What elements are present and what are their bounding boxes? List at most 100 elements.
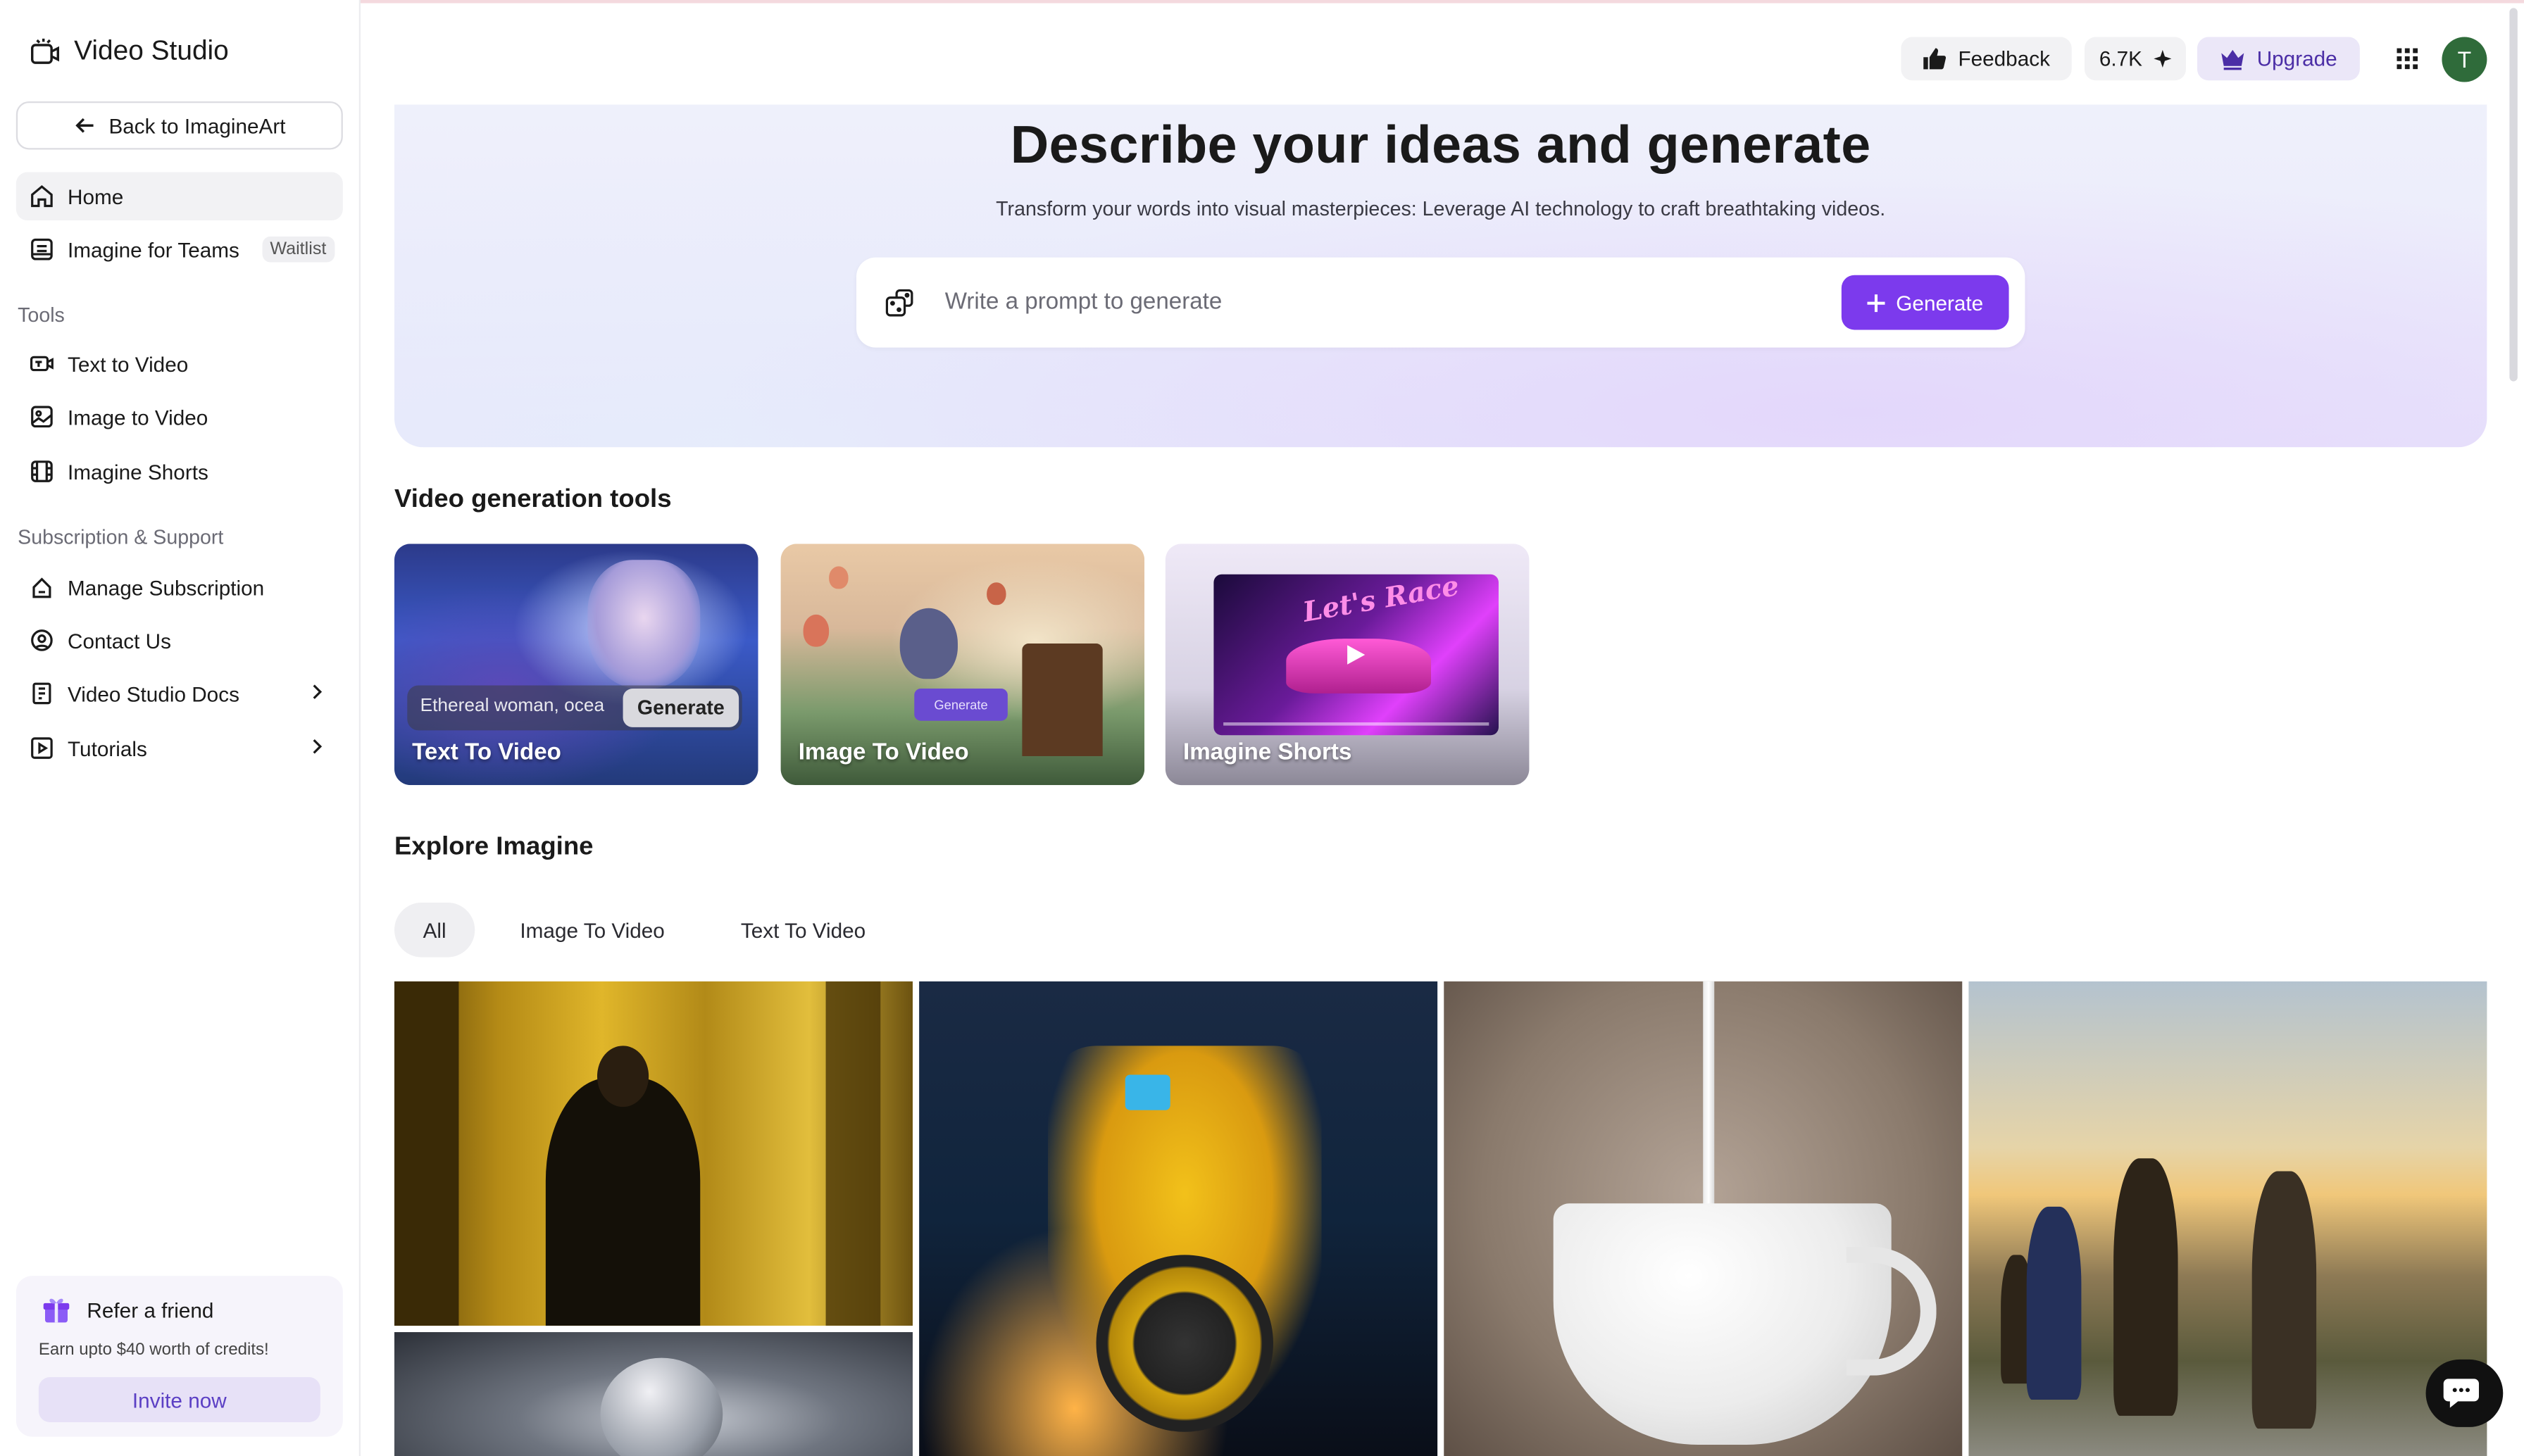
top-accent-line (0, 0, 2524, 4)
filter-text-to-video[interactable]: Text To Video (718, 903, 888, 958)
gallery-image-detail (1703, 981, 1715, 1223)
play-square-icon (31, 737, 53, 759)
chevron-right-icon (313, 739, 323, 754)
tool-card-label: Imagine Shorts (1182, 740, 1352, 766)
thumbs-up-icon (1924, 48, 1947, 70)
back-to-imagineart-button[interactable]: Back to ImagineArt (15, 101, 343, 150)
explore-section-title: Explore Imagine (394, 833, 594, 861)
sidebar-item-image-to-video[interactable]: Image to Video (16, 393, 343, 441)
avatar[interactable]: T (2442, 37, 2487, 82)
upgrade-label: Upgrade (2256, 46, 2337, 71)
feedback-button[interactable]: Feedback (1901, 37, 2072, 81)
support-section-label: Subscription & Support (18, 526, 224, 549)
app-title: Video Studio (74, 35, 229, 66)
gallery-item-helmet-rider[interactable] (394, 1332, 913, 1456)
page-title: Describe your ideas and generate (1010, 114, 1871, 174)
sidebar-item-label: Contact Us (67, 628, 171, 653)
gallery-image-detail (2026, 1206, 2082, 1400)
ethereal-woman-image (587, 560, 701, 689)
gift-icon (43, 1298, 70, 1323)
sidebar-item-label: Image to Video (67, 404, 208, 429)
feedback-label: Feedback (1958, 46, 2050, 71)
video-progress-bar (1223, 722, 1489, 726)
tool-card-imagine-shorts[interactable]: Let's Race Imagine Shorts (1165, 544, 1530, 786)
generate-button[interactable]: Generate (1841, 275, 2009, 330)
gallery-item-runners[interactable] (1968, 981, 2487, 1456)
sidebar-item-tutorials[interactable]: Tutorials (16, 724, 343, 772)
pagoda-building (1022, 644, 1103, 756)
invite-now-button[interactable]: Invite now (38, 1377, 320, 1423)
gallery-image-detail (1553, 1203, 1892, 1445)
upgrade-button[interactable]: Upgrade (2197, 37, 2360, 81)
chevron-right-icon (313, 684, 323, 699)
sidebar: Video Studio Back to ImagineArt Home Ima… (0, 0, 361, 1456)
play-icon (1347, 645, 1366, 665)
text-to-video-icon (30, 356, 54, 372)
sidebar-item-text-to-video[interactable]: Text to Video (16, 339, 343, 388)
gallery-image-detail (2113, 1158, 2178, 1416)
sidebar-item-video-studio-docs[interactable]: Video Studio Docs (16, 670, 343, 718)
tool-card-image-to-video[interactable]: Generate Image To Video (780, 544, 1145, 786)
hot-air-balloon (987, 582, 1006, 605)
gallery-image-detail (600, 1357, 723, 1456)
card-prompt-text: Ethereal woman, ocea (420, 696, 605, 716)
tools-section-label: Tools (18, 303, 65, 327)
sidebar-item-label: Video Studio Docs (67, 681, 239, 706)
sidebar-item-label: Imagine Shorts (67, 459, 208, 484)
arrow-left-icon (75, 118, 93, 133)
dice-icon[interactable] (884, 287, 916, 319)
credits-value: 6.7K (2099, 46, 2142, 71)
image-to-video-icon (31, 406, 53, 428)
brand[interactable]: Video Studio (29, 35, 229, 68)
docs-icon (32, 682, 51, 705)
gallery-image-detail (1846, 1246, 1937, 1376)
gallery-image-detail (545, 1078, 701, 1326)
card-prompt-preview: Ethereal woman, ocea Generate (407, 685, 742, 731)
tool-card-label: Text To Video (412, 740, 561, 766)
refer-title: Refer a friend (87, 1298, 214, 1323)
apps-grid-icon[interactable] (2397, 48, 2418, 70)
sidebar-item-manage-subscription[interactable]: Manage Subscription (16, 563, 343, 612)
sidebar-item-contact-us[interactable]: Contact Us (16, 616, 343, 665)
credits-button[interactable]: 6.7K (2084, 37, 2186, 81)
teams-icon (31, 238, 53, 261)
video-studio-logo-icon (30, 38, 59, 64)
gallery-image-detail (2251, 1171, 2317, 1429)
sidebar-item-label: Manage Subscription (67, 575, 265, 600)
film-icon (31, 460, 53, 482)
contact-icon (31, 629, 53, 651)
tool-card-text-to-video[interactable]: Ethereal woman, ocea Generate Text To Vi… (394, 544, 758, 786)
sidebar-item-home[interactable]: Home (15, 172, 343, 221)
sidebar-item-imagine-for-teams[interactable]: Imagine for Teams Waitlist (16, 225, 343, 274)
hero-subtitle: Transform your words into visual masterp… (996, 198, 1886, 221)
gallery-image-detail (596, 1046, 649, 1107)
home-icon (31, 184, 53, 208)
filter-image-to-video[interactable]: Image To Video (499, 903, 686, 958)
gallery-item-yellow-robot[interactable] (919, 981, 1438, 1456)
chat-support-button[interactable] (2425, 1359, 2504, 1427)
sidebar-item-imagine-shorts[interactable]: Imagine Shorts (16, 447, 343, 496)
gallery-image-detail (394, 981, 459, 1326)
filter-all[interactable]: All (394, 902, 475, 958)
prompt-input[interactable] (944, 280, 1814, 325)
hot-air-balloon (803, 614, 830, 647)
subscription-icon (32, 577, 51, 598)
prompt-box: Generate (856, 257, 2025, 348)
tools-section-title: Video generation tools (394, 486, 672, 513)
back-label: Back to ImagineArt (108, 113, 286, 138)
plus-icon (1867, 294, 1885, 312)
hero-banner: Describe your ideas and generate Transfo… (394, 104, 2487, 448)
gallery-item-man-in-golden-hall[interactable] (394, 981, 913, 1326)
refer-a-friend-card: Refer a friend Earn upto $40 worth of cr… (15, 1276, 343, 1437)
gallery-image-detail (1125, 1074, 1170, 1110)
tool-card-label: Image To Video (798, 740, 969, 766)
hot-air-balloon (899, 608, 958, 679)
scrollbar-thumb[interactable] (2509, 8, 2518, 382)
lets-race-text: Let's Race (1300, 574, 1462, 630)
sidebar-item-label: Text to Video (67, 351, 189, 376)
shorts-preview-screen: Let's Race (1213, 574, 1499, 736)
card-generate-button: Generate (914, 689, 1008, 721)
refer-description: Earn upto $40 worth of credits! (38, 1340, 269, 1360)
gallery-item-milk-cup[interactable] (1444, 981, 1963, 1456)
crown-icon (2221, 49, 2244, 70)
